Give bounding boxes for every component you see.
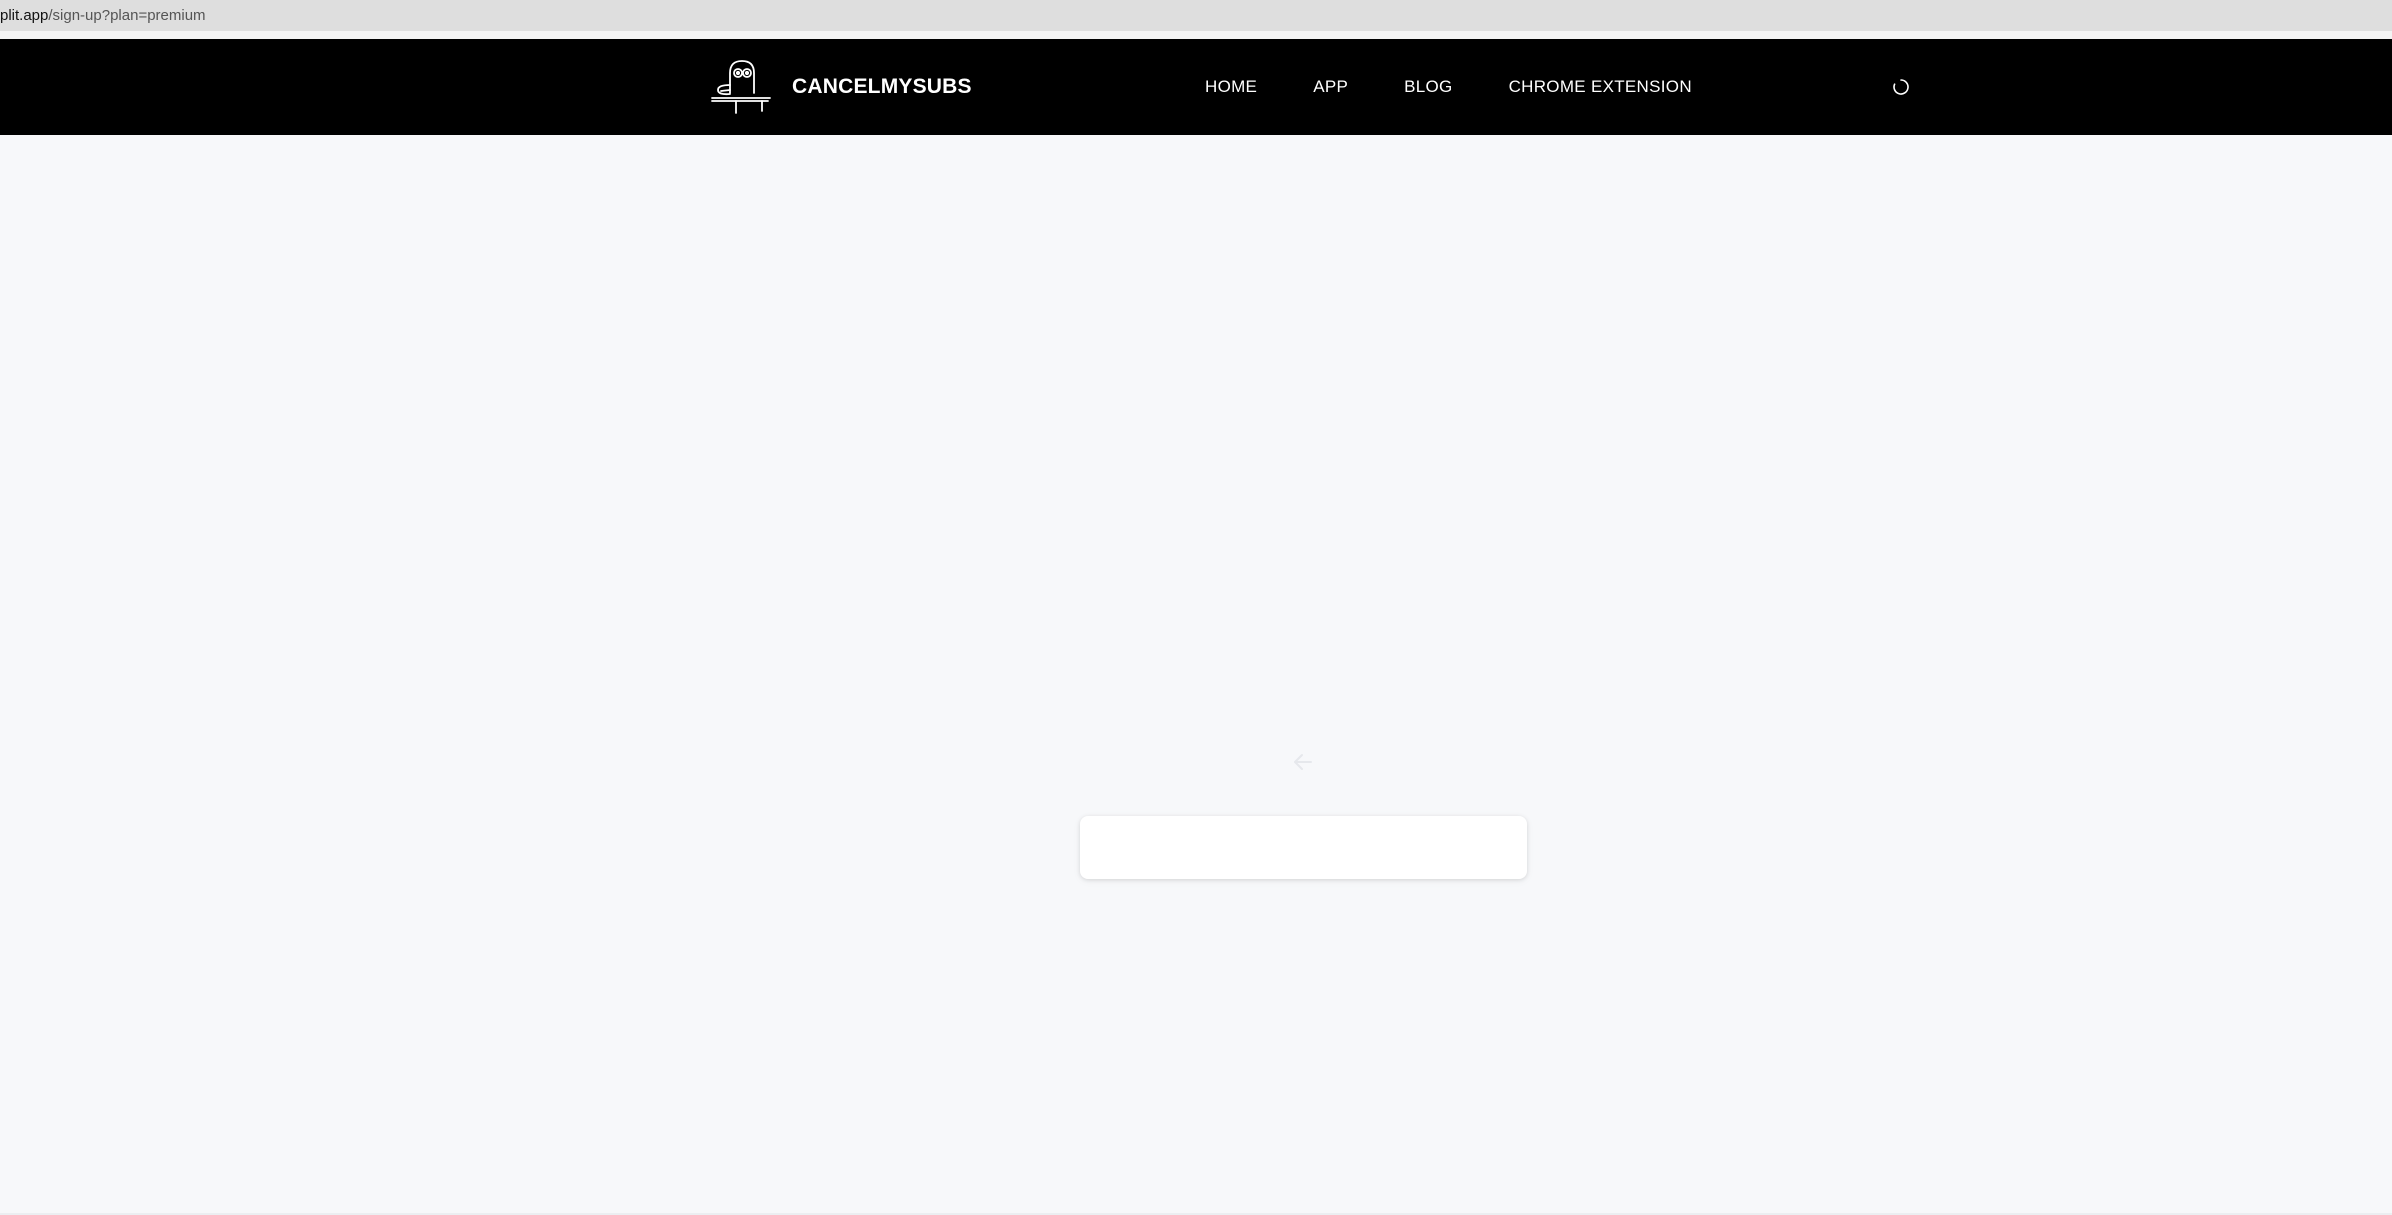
url-text[interactable]: plit.app/sign-up?plan=premium [0, 7, 206, 24]
nav-chrome-extension[interactable]: CHROME EXTENSION [1509, 77, 1692, 97]
brand-name: CANCELMYSUBS [792, 75, 972, 98]
brand-link[interactable]: CANCELMYSUBS [710, 57, 972, 117]
nav-blog[interactable]: BLOG [1404, 77, 1452, 97]
main-nav: HOME APP BLOG CHROME EXTENSION [1205, 39, 1692, 135]
duck-mascot-icon [711, 60, 771, 114]
back-arrow-icon [1294, 754, 1312, 770]
signup-card [1080, 816, 1527, 879]
loading-spinner-icon [1893, 79, 1909, 95]
nav-app[interactable]: APP [1313, 77, 1348, 97]
browser-divider [0, 31, 2392, 39]
site-header: CANCELMYSUBS HOME APP BLOG CHROME EXTENS… [0, 39, 2392, 135]
browser-address-bar[interactable]: plit.app/sign-up?plan=premium [0, 0, 2392, 31]
nav-home[interactable]: HOME [1205, 77, 1257, 97]
